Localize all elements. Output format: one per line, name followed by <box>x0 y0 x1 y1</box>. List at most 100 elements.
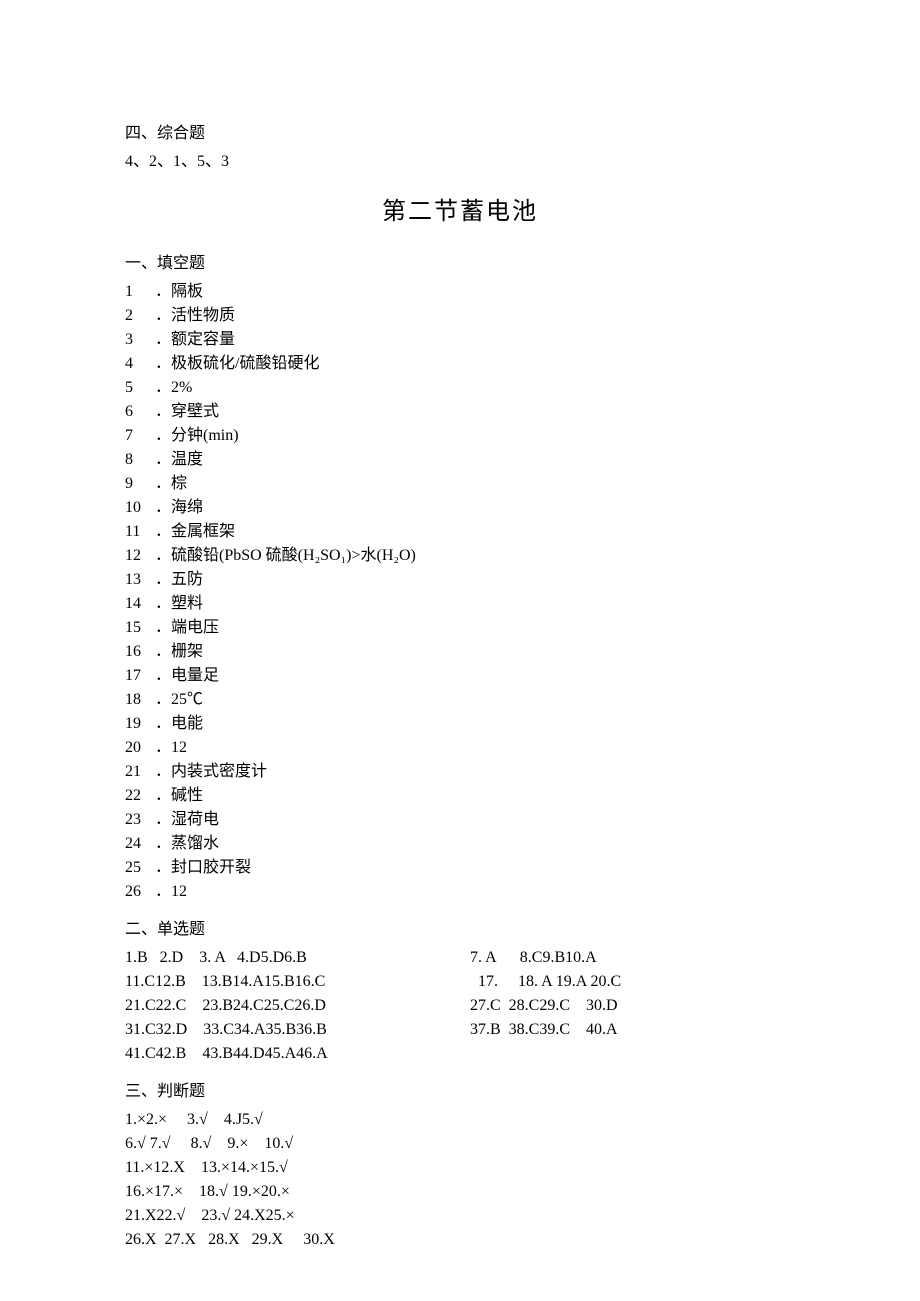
fill-row: 4．极板硫化/硫酸铅硬化 <box>125 352 795 376</box>
fill-row: 20．12 <box>125 736 795 760</box>
fill-number: 25 <box>125 856 155 880</box>
fill-row: 23．湿荷电 <box>125 808 795 832</box>
fill-row: 12．硫酸铅(PbSO 硫酸(H₂SO₁)>水(H₂O) <box>125 544 795 568</box>
fill-number: 11 <box>125 520 155 544</box>
judge-row: 11.×12.X 13.×14.×15.√ <box>125 1156 795 1180</box>
fill-text: ．隔板 <box>155 280 795 304</box>
fill-text: ．极板硫化/硫酸铅硬化 <box>155 352 795 376</box>
fill-row: 9．棕 <box>125 472 795 496</box>
fill-number: 24 <box>125 832 155 856</box>
mc-row-right: 17. 18. A 19.A 20.C <box>470 970 621 994</box>
fill-text: ．湿荷电 <box>155 808 795 832</box>
fill-row: 15．端电压 <box>125 616 795 640</box>
fill-row: 25．封口胶开裂 <box>125 856 795 880</box>
fill-text: ．25℃ <box>155 688 795 712</box>
fill-answer-list: 1．隔板2．活性物质3．额定容量4．极板硫化/硫酸铅硬化5．2%6．穿壁式7．分… <box>125 280 795 904</box>
fill-row: 19．电能 <box>125 712 795 736</box>
fill-number: 10 <box>125 496 155 520</box>
fill-row: 1．隔板 <box>125 280 795 304</box>
mc-answer-list: 1.B 2.D 3. A 4.D5.D6.B7. A 8.C9.B10.A11.… <box>125 946 795 1066</box>
fill-number: 6 <box>125 400 155 424</box>
fill-number: 21 <box>125 760 155 784</box>
section-title: 第二节蓄电池 <box>125 194 795 230</box>
mc-row: 11.C12.B 13.B14.A15.B16.C 17. 18. A 19.A… <box>125 970 795 994</box>
fill-text: ．内装式密度计 <box>155 760 795 784</box>
judge-row: 16.×17.× 18.√ 19.×20.× <box>125 1180 795 1204</box>
fill-text: ．海绵 <box>155 496 795 520</box>
fill-text: ．活性物质 <box>155 304 795 328</box>
fill-text: ．硫酸铅(PbSO 硫酸(H₂SO₁)>水(H₂O) <box>155 544 795 568</box>
fill-row: 5．2% <box>125 376 795 400</box>
mc-row: 21.C22.C 23.B24.C25.C26.D27.C 28.C29.C 3… <box>125 994 795 1018</box>
judge-answer-list: 1.×2.× 3.√ 4.J5.√6.√ 7.√ 8.√ 9.× 10.√11.… <box>125 1108 795 1252</box>
fill-number: 17 <box>125 664 155 688</box>
judge-row: 26.X 27.X 28.X 29.X 30.X <box>125 1228 795 1252</box>
fill-number: 16 <box>125 640 155 664</box>
fill-text: ．2% <box>155 376 795 400</box>
fill-row: 26．12 <box>125 880 795 904</box>
mc-row-right: 37.B 38.C39.C 40.A <box>470 1018 618 1042</box>
fill-text: ．穿壁式 <box>155 400 795 424</box>
mc-row-left: 1.B 2.D 3. A 4.D5.D6.B <box>125 946 470 970</box>
fill-row: 24．蒸馏水 <box>125 832 795 856</box>
mc-row-left: 31.C32.D 33.C34.A35.B36.B <box>125 1018 470 1042</box>
fill-text: ．蒸馏水 <box>155 832 795 856</box>
mc-row-right: 27.C 28.C29.C 30.D <box>470 994 618 1018</box>
fill-row: 2．活性物质 <box>125 304 795 328</box>
section-heading-comprehensive: 四、综合题 <box>125 122 795 146</box>
mc-row-left: 11.C12.B 13.B14.A15.B16.C <box>125 970 470 994</box>
fill-text: ．电能 <box>155 712 795 736</box>
fill-text: ．金属框架 <box>155 520 795 544</box>
judge-row: 21.X22.√ 23.√ 24.X25.× <box>125 1204 795 1228</box>
fill-text: ．12 <box>155 880 795 904</box>
fill-number: 14 <box>125 592 155 616</box>
fill-row: 16．栅架 <box>125 640 795 664</box>
fill-row: 10．海绵 <box>125 496 795 520</box>
fill-text: ．棕 <box>155 472 795 496</box>
comprehensive-sequence: 4、2、1、5、3 <box>125 150 795 174</box>
fill-text: ．额定容量 <box>155 328 795 352</box>
fill-row: 7．分钟(min) <box>125 424 795 448</box>
fill-text: ．塑料 <box>155 592 795 616</box>
fill-row: 21．内装式密度计 <box>125 760 795 784</box>
fill-text: ．端电压 <box>155 616 795 640</box>
fill-number: 7 <box>125 424 155 448</box>
fill-number: 12 <box>125 544 155 568</box>
fill-number: 26 <box>125 880 155 904</box>
mc-row: 1.B 2.D 3. A 4.D5.D6.B7. A 8.C9.B10.A <box>125 946 795 970</box>
fill-text: ．12 <box>155 736 795 760</box>
fill-number: 18 <box>125 688 155 712</box>
fill-number: 19 <box>125 712 155 736</box>
section-heading-judge: 三、判断题 <box>125 1080 795 1104</box>
section-heading-mc: 二、单选题 <box>125 918 795 942</box>
fill-number: 15 <box>125 616 155 640</box>
fill-number: 2 <box>125 304 155 328</box>
mc-row: 41.C42.B 43.B44.D45.A46.A <box>125 1042 795 1066</box>
fill-row: 13．五防 <box>125 568 795 592</box>
fill-text: ．温度 <box>155 448 795 472</box>
fill-text: ．栅架 <box>155 640 795 664</box>
mc-row-left: 21.C22.C 23.B24.C25.C26.D <box>125 994 470 1018</box>
fill-row: 8．温度 <box>125 448 795 472</box>
fill-text: ．五防 <box>155 568 795 592</box>
fill-row: 3．额定容量 <box>125 328 795 352</box>
section-heading-fill: 一、填空题 <box>125 252 795 276</box>
mc-row: 31.C32.D 33.C34.A35.B36.B37.B 38.C39.C 4… <box>125 1018 795 1042</box>
fill-text: ．碱性 <box>155 784 795 808</box>
fill-number: 5 <box>125 376 155 400</box>
fill-number: 9 <box>125 472 155 496</box>
fill-row: 18．25℃ <box>125 688 795 712</box>
fill-row: 6．穿壁式 <box>125 400 795 424</box>
fill-row: 17．电量足 <box>125 664 795 688</box>
fill-number: 13 <box>125 568 155 592</box>
document-page: 四、综合题 4、2、1、5、3 第二节蓄电池 一、填空题 1．隔板2．活性物质3… <box>0 0 920 1292</box>
fill-text: ．封口胶开裂 <box>155 856 795 880</box>
fill-row: 22．碱性 <box>125 784 795 808</box>
mc-row-left: 41.C42.B 43.B44.D45.A46.A <box>125 1042 470 1066</box>
fill-row: 14．塑料 <box>125 592 795 616</box>
fill-number: 23 <box>125 808 155 832</box>
fill-row: 11．金属框架 <box>125 520 795 544</box>
fill-text: ．电量足 <box>155 664 795 688</box>
judge-row: 6.√ 7.√ 8.√ 9.× 10.√ <box>125 1132 795 1156</box>
mc-row-right: 7. A 8.C9.B10.A <box>470 946 597 970</box>
